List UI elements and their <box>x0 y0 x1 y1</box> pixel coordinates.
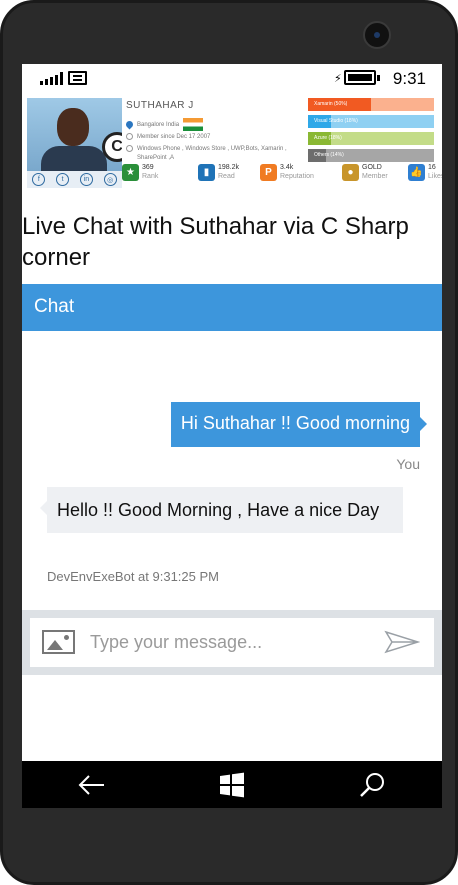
skill-bar-label: Visual Studio (18%) <box>314 118 358 124</box>
incoming-message: Hello !! Good Morning , Have a nice Day <box>40 487 403 533</box>
stat-label: Rank <box>142 173 159 180</box>
web-icon[interactable]: ◎ <box>103 173 117 186</box>
skill-bar-label: Xamarin (50%) <box>314 101 348 107</box>
incoming-sender: DevEnvExeBot at 9:31:25 PM <box>47 569 219 584</box>
stat-value: 198.2k <box>218 164 240 171</box>
medal-icon: ● <box>342 164 359 181</box>
screen: ⚡ 9:31 C f t in ◎ SUTHAHAR J Bangalore I… <box>22 64 442 808</box>
battery-icon <box>344 70 380 85</box>
stat-label: Reputation <box>280 173 314 180</box>
profile-technologies: Windows Phone , Windows Store , UWP,Bots… <box>126 145 296 163</box>
system-nav-bar <box>22 761 442 808</box>
skill-bar: Others (14%) <box>308 149 434 162</box>
chat-header-title: Chat <box>34 296 75 317</box>
back-button[interactable] <box>62 765 122 805</box>
profile-member-since: Member since Dec 17 2007 <box>126 133 210 140</box>
send-icon[interactable] <box>384 630 420 654</box>
skill-bar-label: Others (14%) <box>314 152 344 158</box>
linkedin-icon[interactable]: in <box>79 173 93 186</box>
thumbs-up-icon: 👍 <box>408 164 425 181</box>
image-attach-icon[interactable] <box>42 630 75 654</box>
composer-box <box>30 618 434 667</box>
stat-value: 3.4k <box>280 164 294 171</box>
facebook-icon[interactable]: f <box>32 173 46 186</box>
twitter-icon[interactable]: t <box>56 173 70 186</box>
skill-bar-label: Azure (18%) <box>314 135 342 141</box>
skill-bar: Visual Studio (18%) <box>308 115 434 128</box>
status-time: 9:31 <box>392 69 426 88</box>
tag-icon <box>126 145 133 152</box>
location-icon <box>124 119 135 130</box>
stat-member: ● GOLD Member <box>342 164 388 181</box>
clock-icon <box>126 133 133 140</box>
phone-frame: ⚡ 9:31 C f t in ◎ SUTHAHAR J Bangalore I… <box>0 0 458 885</box>
message-icon <box>68 71 87 85</box>
signal-icon <box>40 72 63 85</box>
profile-banner: C f t in ◎ SUTHAHAR J Bangalore India Me… <box>22 96 442 192</box>
message-input[interactable] <box>90 627 368 658</box>
page-title: Live Chat with Suthahar via C Sharp corn… <box>22 213 409 271</box>
profile-photo: C <box>27 98 122 171</box>
stat-read: ▮ 198.2k Read <box>198 164 239 181</box>
profile-location: Bangalore India <box>124 118 204 131</box>
stat-label: Read <box>218 173 235 180</box>
outgoing-message: Hi Suthahar !! Good morning <box>170 402 428 447</box>
stat-rank: ★ 369 Rank <box>122 164 158 181</box>
skill-bar: Azure (18%) <box>308 132 434 145</box>
chat-header: Chat <box>22 284 442 331</box>
windows-logo-icon <box>220 772 244 797</box>
stat-value: 16 <box>428 164 436 171</box>
front-camera <box>363 21 391 49</box>
profile-stats: ★ 369 Rank ▮ 198.2k Read P 3.4k Reputation ● GOLD M… <box>122 164 442 188</box>
search-button[interactable] <box>342 765 402 805</box>
stat-value: GOLD <box>362 164 382 171</box>
back-arrow-icon <box>78 774 104 795</box>
stat-label: Likes <box>428 173 442 180</box>
search-icon <box>360 772 384 797</box>
social-links: f t in ◎ <box>27 171 122 188</box>
stat-value: 369 <box>142 164 154 171</box>
skill-bar: Xamarin (50%) <box>308 98 434 111</box>
charging-icon: ⚡ <box>334 73 342 85</box>
stat-reputation: P 3.4k Reputation <box>260 164 314 181</box>
skill-bars: Xamarin (50%) Visual Studio (18%) Azure (1… <box>308 98 434 166</box>
outgoing-sender: You <box>396 456 420 472</box>
book-icon: ▮ <box>198 164 215 181</box>
india-flag-icon <box>183 118 204 131</box>
stat-likes: 👍16 Likes <box>408 164 442 181</box>
message-composer <box>22 610 442 675</box>
star-badge-icon: ★ <box>122 164 139 181</box>
points-icon: P <box>260 164 277 181</box>
profile-name: SUTHAHAR J <box>126 100 194 111</box>
start-button[interactable] <box>202 765 262 805</box>
status-bar: ⚡ 9:31 <box>22 64 442 94</box>
stat-label: Member <box>362 173 388 180</box>
